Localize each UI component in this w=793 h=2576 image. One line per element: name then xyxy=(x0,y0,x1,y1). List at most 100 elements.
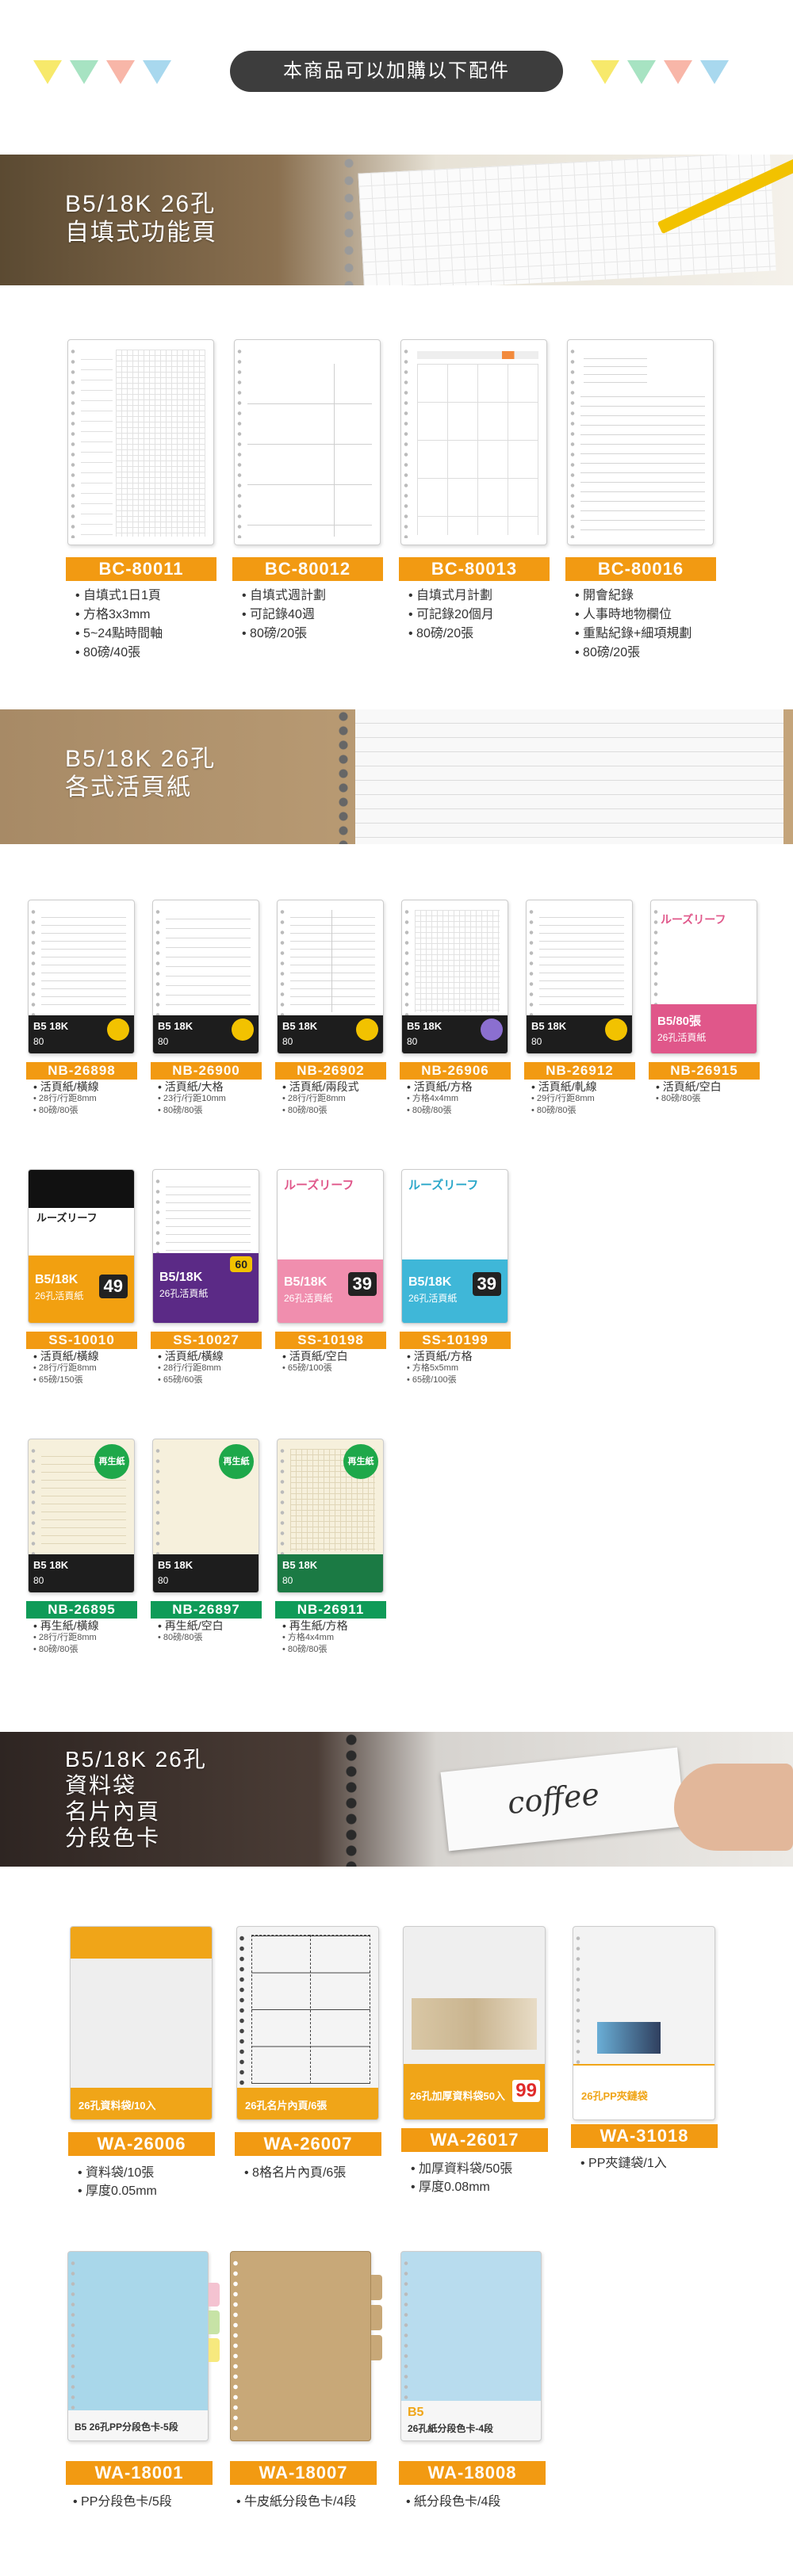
cover-label: B5 18K xyxy=(158,1559,193,1571)
product-card[interactable]: 26孔加厚資料袋50入 99 xyxy=(403,1926,546,2124)
product-card[interactable] xyxy=(67,339,214,561)
cover-weight: 80 xyxy=(158,1036,169,1047)
product-card[interactable]: 26孔資料袋/10入 xyxy=(70,1926,213,2124)
divider-tab xyxy=(209,2283,220,2307)
product-image: B5 18K 80 xyxy=(526,900,633,1054)
product-card[interactable]: B5 18K 80 xyxy=(152,900,259,1058)
product-spec-list: 8格名片內頁/6張 xyxy=(244,2164,346,2182)
pack-label: B5 xyxy=(408,2406,424,2419)
product-code: WA-26006 xyxy=(68,2132,215,2156)
spec-item: 8格名片內頁/6張 xyxy=(244,2164,346,2182)
spec-item: 29行/行距8mm xyxy=(531,1093,597,1105)
spec-item: 厚度0.08mm xyxy=(411,2178,512,2196)
product-card[interactable]: B5 18K 80 xyxy=(28,900,135,1058)
product-card[interactable]: B5/18K 26孔活頁紙 60 xyxy=(152,1169,259,1328)
spec-item: 活頁紙/兩段式 xyxy=(282,1081,359,1093)
recycle-badge: 再生紙 xyxy=(219,1444,254,1479)
product-code: NB-26915 xyxy=(649,1062,760,1080)
spec-item: 80磅/80張 xyxy=(33,1105,99,1117)
product-card[interactable]: B5 18K 80 xyxy=(526,900,633,1058)
cover-weight: 80 xyxy=(158,1575,169,1586)
spec-item: 80磅/80張 xyxy=(282,1644,348,1656)
banner-title-line: B5/18K 26孔 xyxy=(65,746,216,772)
spec-item: 65磅/150張 xyxy=(33,1374,99,1386)
triangle-decoration xyxy=(591,60,619,84)
spec-item: 23行/行距10mm xyxy=(158,1093,226,1105)
spec-item: 方格4x4mm xyxy=(407,1093,473,1105)
banner-title-line: B5/18K 26孔 xyxy=(65,191,216,217)
product-card[interactable]: 再生紙 B5 18K 80 xyxy=(277,1439,384,1597)
product-card[interactable] xyxy=(234,339,381,561)
spec-item: 人事時地物欄位 xyxy=(575,606,691,625)
product-code: WA-31018 xyxy=(571,2124,718,2148)
product-spec-list: 活頁紙/橫線 28行/行距8mm 65磅/150張 xyxy=(33,1351,99,1386)
product-image xyxy=(234,339,381,545)
product-card[interactable] xyxy=(400,339,547,561)
notebook-rings-graphic xyxy=(341,155,357,285)
product-image: B5/18K 26孔活頁紙 60 xyxy=(152,1169,259,1324)
product-card[interactable]: B5 26孔紙分段色卡-4段 xyxy=(400,2251,551,2457)
cover-weight: 80 xyxy=(531,1036,542,1047)
banner-title-line: 各式活頁紙 xyxy=(65,774,192,801)
product-card[interactable]: 26孔PP夾鏈袋 xyxy=(573,1926,715,2124)
product-image xyxy=(230,2251,371,2441)
product-card[interactable] xyxy=(230,2251,385,2457)
banner-title-line: 名片內頁 xyxy=(65,1799,161,1824)
cover-subtitle: 26孔活頁紙 xyxy=(159,1288,209,1299)
spec-item: 80磅/20張 xyxy=(242,625,326,644)
product-card[interactable]: ルーズリーフ B5/80張 26孔活頁紙 xyxy=(650,900,757,1058)
product-image xyxy=(67,339,214,545)
banner-title: B5/18K 26孔 各式活頁紙 xyxy=(65,745,216,802)
product-card[interactable]: B5 26孔PP分段色卡-5段 xyxy=(67,2251,222,2457)
spec-item: 厚度0.05mm xyxy=(78,2182,157,2200)
loose-leaf-row-2: ルーズリーフ B5/18K 26孔活頁紙 49 SS-10010 活頁紙/橫線 … xyxy=(0,1165,793,1403)
pack-label: 26孔名片內頁/6張 xyxy=(245,2100,328,2112)
spec-item: 重點紀錄+細項規劃 xyxy=(575,625,691,644)
product-image: 再生紙 B5 18K 80 xyxy=(28,1439,135,1593)
hand-graphic xyxy=(674,1764,793,1851)
badge-icon xyxy=(356,1019,378,1041)
badge-icon xyxy=(605,1019,627,1041)
product-image: 26孔名片內頁/6張 xyxy=(236,1926,379,2120)
product-code: NB-26898 xyxy=(26,1062,137,1080)
product-image: B5 18K 80 xyxy=(401,900,508,1054)
price-badge: 60 xyxy=(230,1256,252,1272)
divider-tab xyxy=(371,2305,382,2330)
product-spec-list: 活頁紙/兩段式 28行/行距8mm 80磅/80張 xyxy=(282,1081,359,1117)
product-image xyxy=(567,339,714,545)
spec-item: 80磅/80張 xyxy=(33,1644,99,1656)
triangle-decoration xyxy=(70,60,98,84)
product-card[interactable]: 再生紙 B5 18K 80 xyxy=(28,1439,135,1597)
product-code: BC-80012 xyxy=(232,557,383,581)
badge-icon xyxy=(481,1019,503,1041)
product-card[interactable]: ルーズリーフ B5/18K 26孔活頁紙 39 xyxy=(277,1169,384,1328)
spec-item: 80磅/80張 xyxy=(158,1105,226,1117)
product-card[interactable]: B5 18K 80 xyxy=(401,900,508,1058)
product-spec-list: 牛皮紙分段色卡/4段 xyxy=(236,2493,356,2511)
cover-weight: 80 xyxy=(282,1575,293,1586)
product-code: NB-26906 xyxy=(400,1062,511,1080)
product-image: B5 26孔PP分段色卡-5段 xyxy=(67,2251,209,2441)
product-spec-list: 加厚資料袋/50張 厚度0.08mm xyxy=(411,2160,512,2196)
product-spec-list: 紙分段色卡/4段 xyxy=(406,2493,500,2511)
banner-title: B5/18K 26孔 自填式功能頁 xyxy=(65,190,217,247)
product-card[interactable]: 26孔名片內頁/6張 xyxy=(236,1926,379,2124)
cover-title: B5/80張 xyxy=(657,1015,702,1028)
product-image: B5 18K 80 xyxy=(277,900,384,1054)
product-card[interactable]: 再生紙 B5 18K 80 xyxy=(152,1439,259,1597)
product-card[interactable]: ルーズリーフ B5/18K 26孔活頁紙 49 xyxy=(28,1169,135,1328)
product-card[interactable] xyxy=(567,339,714,561)
product-card[interactable]: B5 18K 80 xyxy=(277,900,384,1058)
product-card[interactable]: ルーズリーフ B5/18K 26孔活頁紙 39 xyxy=(401,1169,508,1328)
recycle-badge: 再生紙 xyxy=(94,1444,129,1479)
spec-item: 活頁紙/方格 xyxy=(407,1351,473,1363)
triangle-decoration xyxy=(664,60,692,84)
cover-label: B5 18K xyxy=(407,1020,442,1032)
spec-item: 活頁紙/空白 xyxy=(282,1351,348,1363)
spec-item: 80磅/20張 xyxy=(408,625,494,644)
product-image: ルーズリーフ B5/18K 26孔活頁紙 39 xyxy=(277,1169,384,1324)
product-image: B5 18K 80 xyxy=(152,900,259,1054)
product-spec-list: 活頁紙/方格 方格5x5mm 65磅/100張 xyxy=(407,1351,473,1386)
spec-item: 自填式月計劃 xyxy=(408,587,494,606)
lined-paper-graphic xyxy=(355,709,783,844)
